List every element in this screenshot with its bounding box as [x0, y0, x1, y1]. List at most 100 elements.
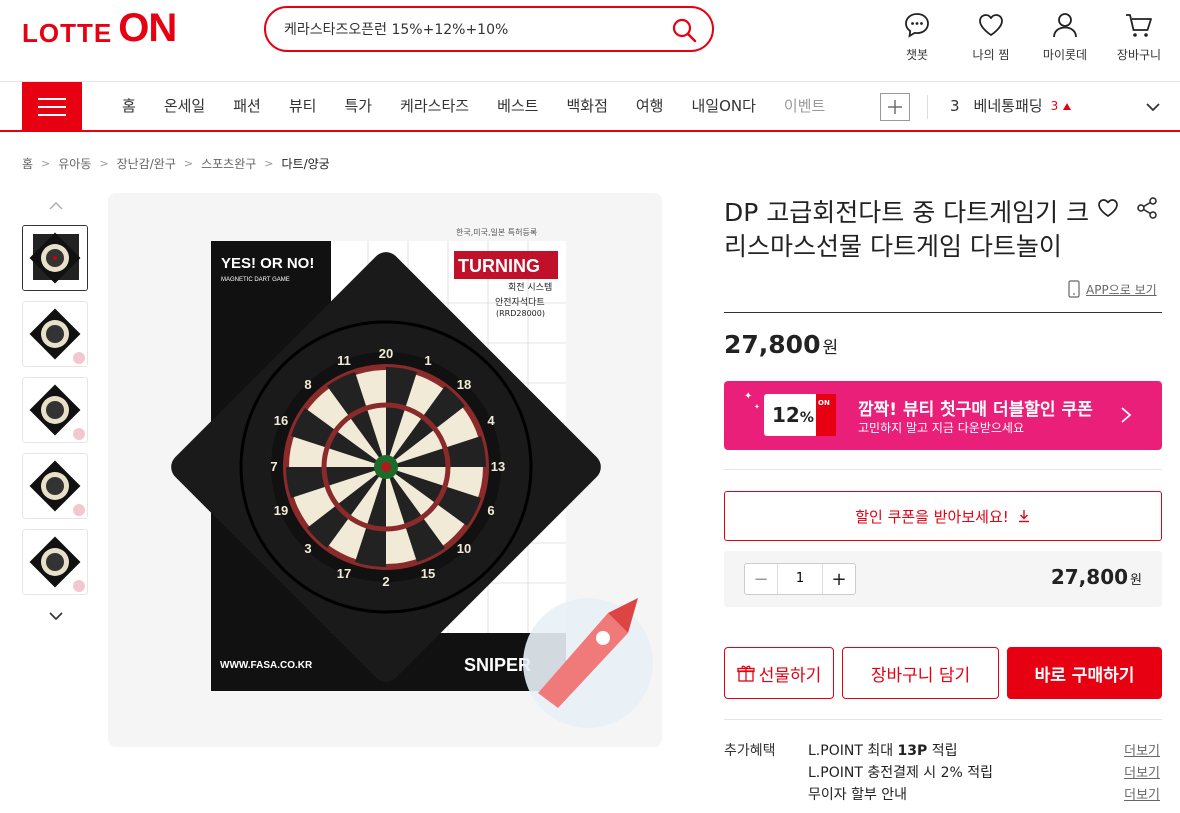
header: LOTTE ON 챗봇 나의 찜 마이롯데 장바구니 — [0, 0, 1180, 82]
mobile-phone-icon — [1068, 280, 1080, 298]
total-price-value: 27,800 — [1050, 565, 1129, 589]
trending-keyword-text: 베네통패딩 — [973, 97, 1043, 115]
app-view-label: APP으로 보기 — [1086, 282, 1157, 297]
thumbnail-1[interactable] — [22, 225, 88, 291]
trending-rank: 3 — [950, 97, 960, 115]
nav-item-deals[interactable]: 특가 — [330, 82, 386, 130]
benefit-row-lpoint: L.POINT 최대 13P 적립 더보기 — [808, 740, 1162, 760]
svg-text:19: 19 — [274, 503, 288, 518]
svg-text:8: 8 — [304, 377, 311, 392]
cart-icon — [1126, 14, 1152, 37]
image-turning: TURNING — [458, 256, 540, 276]
search-icon[interactable] — [670, 16, 698, 44]
benefit-points: 13P — [897, 743, 928, 759]
more-categories-button[interactable] — [880, 93, 910, 121]
search-input[interactable] — [284, 16, 654, 42]
nav-item-tomorrow-on[interactable]: 내일ON다 — [677, 82, 769, 130]
rank-up-icon — [1063, 102, 1072, 110]
benefit-text: 무이자 할부 안내 — [808, 787, 908, 803]
benefit-text: L.POINT 최대 — [808, 743, 898, 759]
gift-button[interactable]: 선물하기 — [724, 647, 834, 699]
wishlist-heart-icon[interactable] — [1096, 196, 1120, 220]
image-patent: 한국,미국,일본 특허등록 — [456, 228, 537, 237]
search-bar — [264, 6, 714, 52]
share-icon[interactable] — [1136, 196, 1158, 220]
header-icons: 챗봇 나의 찜 마이롯데 장바구니 — [880, 10, 1176, 63]
divider — [724, 312, 1162, 313]
thumbnail-5[interactable] — [22, 529, 88, 595]
breadcrumb: 홈 > 유아동 > 장난감/완구 > 스포츠완구 > 다트/양궁 — [22, 155, 330, 172]
svg-text:17: 17 — [337, 566, 351, 581]
coupon-subtitle: 고민하지 말고 지금 다운받으세요 — [858, 421, 1025, 435]
main-product-image[interactable]: YES! OR NO! MAGNETIC DART GAME 한국,미국,일본 … — [108, 193, 662, 747]
thumbnail-4[interactable] — [22, 453, 88, 519]
breadcrumb-home[interactable]: 홈 — [22, 155, 33, 172]
lotte-on-logo[interactable]: LOTTE ON — [22, 8, 177, 48]
thumbnail-3[interactable] — [22, 377, 88, 443]
benefit-row-installment: 무이자 할부 안내 더보기 — [808, 784, 1162, 804]
wishlist-button[interactable]: 나의 찜 — [954, 10, 1028, 63]
nav-item-kerastase[interactable]: 케라스타즈 — [386, 82, 483, 130]
hamburger-menu-icon[interactable] — [22, 82, 82, 132]
my-lotte-button[interactable]: 마이롯데 — [1028, 10, 1102, 63]
app-view-link[interactable]: APP으로 보기 — [1068, 280, 1157, 298]
thumbnail-2[interactable] — [22, 301, 88, 367]
total-price: 27,800 원 — [1051, 565, 1142, 589]
add-to-cart-button[interactable]: 장바구니 담기 — [842, 647, 999, 699]
quantity-minus-button[interactable]: − — [745, 564, 777, 594]
quantity-plus-button[interactable]: + — [823, 564, 855, 594]
heart-icon — [979, 14, 1003, 36]
svg-text:6: 6 — [487, 503, 494, 518]
download-coupon-label: 할인 쿠폰을 받아보세요! — [855, 507, 1009, 526]
sparkle-icon-small: ✦ — [754, 403, 760, 411]
download-coupon-button[interactable]: 할인 쿠폰을 받아보세요! — [724, 491, 1162, 541]
benefit-text-suffix: 적립 — [927, 743, 958, 759]
svg-text:20: 20 — [379, 346, 393, 361]
thumb-up-arrow-icon[interactable] — [22, 195, 90, 215]
coupon-tag: ON — [818, 399, 830, 407]
nav-item-onsale[interactable]: 온세일 — [150, 82, 219, 130]
chevron-right-icon — [1121, 407, 1132, 423]
image-brand-bottom: SNIPER — [464, 655, 531, 675]
chatbot-button[interactable]: 챗봇 — [880, 10, 954, 63]
nav-item-travel[interactable]: 여행 — [622, 82, 678, 130]
user-icon — [1053, 13, 1077, 38]
nav-item-beauty[interactable]: 뷰티 — [275, 82, 331, 130]
divider — [724, 719, 1162, 720]
thumb-down-arrow-icon[interactable] — [22, 607, 90, 627]
svg-text:7: 7 — [270, 459, 277, 474]
nav-item-event[interactable]: 이벤트 — [770, 82, 839, 130]
nav-item-fashion[interactable]: 패션 — [219, 82, 275, 130]
gift-icon — [737, 665, 755, 682]
image-turning-sub: 회전 시스템 — [508, 281, 552, 293]
breadcrumb-toys[interactable]: 장난감/완구 — [117, 155, 176, 172]
nav-items: 홈 온세일 패션 뷰티 특가 케라스타즈 베스트 백화점 여행 내일ON다 이벤… — [108, 82, 868, 130]
nav-item-department[interactable]: 백화점 — [552, 82, 621, 130]
wishlist-label: 나의 찜 — [972, 48, 1010, 62]
buy-now-button[interactable]: 바로 구매하기 — [1007, 647, 1162, 699]
benefit-more-link[interactable]: 더보기 — [1124, 762, 1160, 781]
buy-now-label: 바로 구매하기 — [1034, 665, 1135, 686]
breadcrumb-kids[interactable]: 유아동 — [58, 155, 91, 172]
svg-text:11: 11 — [337, 353, 351, 368]
cart-button[interactable]: 장바구니 — [1102, 10, 1176, 63]
image-yes-or-no: YES! OR NO! — [221, 255, 314, 272]
svg-text:4: 4 — [487, 413, 495, 428]
nav-item-home[interactable]: 홈 — [108, 82, 150, 130]
quantity-input[interactable] — [777, 564, 823, 594]
svg-text:15: 15 — [421, 566, 435, 581]
total-price-currency: 원 — [1130, 573, 1142, 588]
coupon-percent: 12 — [772, 403, 800, 427]
nav-item-best[interactable]: 베스트 — [483, 82, 552, 130]
cart-label: 장바구니 — [1116, 48, 1162, 62]
trending-keyword[interactable]: 3 베네통패딩 3 — [950, 82, 1072, 130]
sparkle-icon: ✦ — [744, 391, 753, 402]
breadcrumb-darts[interactable]: 다트/양궁 — [282, 155, 330, 172]
image-safety: 안전자석다트 — [495, 297, 545, 308]
benefit-more-link[interactable]: 더보기 — [1124, 740, 1160, 759]
chevron-down-icon[interactable] — [1144, 98, 1162, 116]
benefit-more-link[interactable]: 더보기 — [1124, 784, 1160, 803]
benefit-text: L.POINT 충전결제 시 2% 적립 — [808, 765, 994, 781]
beauty-coupon-banner[interactable]: ✦ ✦ 12% ON 깜짝! 뷰티 첫구매 더블할인 쿠폰 고민하지 말고 지금… — [724, 381, 1162, 450]
breadcrumb-sports-toys[interactable]: 스포츠완구 — [201, 155, 256, 172]
